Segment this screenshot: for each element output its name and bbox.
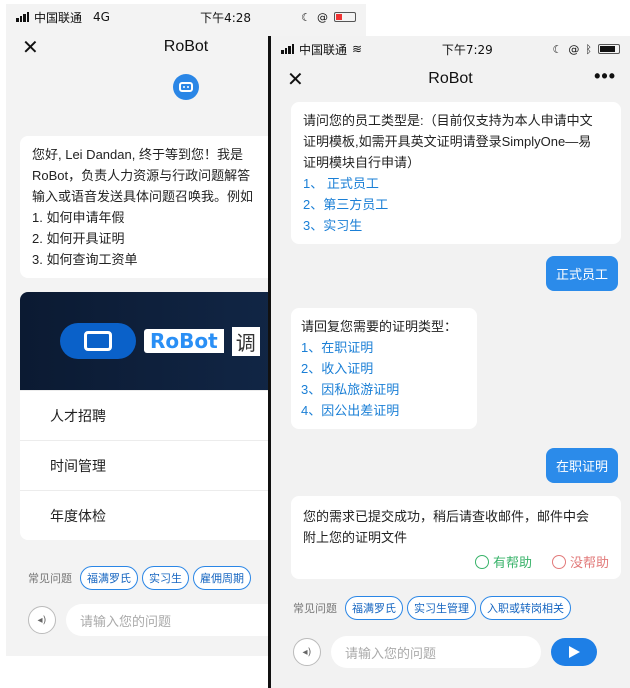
- page-title: RoBot: [428, 70, 473, 87]
- option-link[interactable]: 3、实习生: [303, 215, 609, 236]
- banner-extra-text: 调: [231, 326, 260, 356]
- option-link[interactable]: 2、第三方员工: [303, 194, 609, 215]
- voice-input-button[interactable]: ◂): [28, 606, 56, 634]
- bot-message-certificate-type: 请回复您需要的证明类型： 1、在职证明 2、收入证明 3、因私旅游证明 4、因公…: [291, 308, 477, 429]
- option-link[interactable]: 1、 正式员工: [303, 173, 609, 194]
- nav-bar: ✕ RoBot •••: [271, 62, 630, 96]
- moon-icon: ☾: [301, 10, 311, 24]
- lock-rotation-icon: @: [317, 10, 328, 24]
- faq-chip[interactable]: 实习生管理: [407, 596, 476, 620]
- clock: 下午4:28: [200, 10, 252, 25]
- bot-message-employee-type: 请问您的员工类型是:（目前仅支持为本人申请中文 证明模板,如需开具英文证明请登录…: [291, 102, 621, 244]
- more-icon[interactable]: •••: [594, 66, 616, 87]
- user-message: 在职证明: [545, 448, 618, 483]
- option-link[interactable]: 1、在职证明: [301, 337, 467, 358]
- faq-chip[interactable]: 实习生: [142, 566, 189, 590]
- message-line: 证明模块自行申请）: [303, 155, 421, 170]
- option-link[interactable]: 3、因私旅游证明: [301, 379, 467, 400]
- faq-label: 常见问题: [28, 572, 72, 585]
- bot-message-submitted: 您的需求已提交成功，稍后请查收邮件，邮件中会 附上您的证明文件 有帮助 没帮助: [291, 496, 621, 579]
- bluetooth-icon: ᛒ: [585, 42, 592, 56]
- voice-input-button[interactable]: ◂): [293, 638, 321, 666]
- bot-avatar-icon: [173, 74, 199, 100]
- signal-icon: [281, 44, 294, 54]
- message-line: 请回复您需要的证明类型：: [301, 319, 458, 334]
- page-title: RoBot: [163, 38, 209, 55]
- user-message: 正式员工: [545, 256, 618, 291]
- clock: 下午7:29: [441, 42, 493, 57]
- frown-icon: [551, 555, 566, 569]
- network-label: 4G: [93, 10, 110, 24]
- faq-chip[interactable]: 福满罗氏: [345, 596, 403, 620]
- status-bar: 中国联通 4G 下午4:28 ☾ @: [6, 4, 366, 30]
- message-line: 您的需求已提交成功，稍后请查收邮件，邮件中会: [303, 509, 590, 524]
- faq-bar: 常见问题 福满罗氏 实习生 雇佣周期: [28, 566, 251, 590]
- battery-icon: [334, 12, 356, 22]
- faq-bar: 常见问题 福满罗氏 实习生管理 入职或转岗相关: [293, 596, 571, 620]
- carrier-label: 中国联通: [299, 42, 348, 57]
- helpful-button[interactable]: 有帮助: [474, 552, 532, 573]
- carrier-label: 中国联通: [34, 10, 83, 25]
- moon-icon: ☾: [552, 42, 563, 56]
- question-input[interactable]: 请输入您的问题: [66, 604, 286, 636]
- faq-chip[interactable]: 入职或转岗相关: [480, 596, 571, 620]
- faq-label: 常见问题: [293, 602, 337, 615]
- message-line: 附上您的证明文件: [303, 530, 408, 545]
- lock-rotation-icon: @: [568, 42, 580, 56]
- close-icon[interactable]: ✕: [22, 35, 39, 60]
- input-row: ◂) 请输入您的问题: [293, 636, 597, 668]
- close-icon[interactable]: ✕: [287, 67, 304, 92]
- faq-chip[interactable]: 雇佣周期: [193, 566, 251, 590]
- message-line: 证明模板,如需开具英文证明请登录SimplyOne—易: [303, 134, 592, 149]
- option-link[interactable]: 4、因公出差证明: [301, 400, 467, 421]
- input-row: ◂) 请输入您的问题: [28, 604, 286, 636]
- not-helpful-label: 没帮助: [569, 555, 609, 570]
- question-input[interactable]: 请输入您的问题: [331, 636, 541, 668]
- smile-icon: [474, 555, 489, 569]
- send-button[interactable]: [551, 638, 597, 666]
- send-icon: [568, 646, 580, 658]
- battery-icon: [597, 44, 620, 54]
- option-link[interactable]: 2、收入证明: [301, 358, 467, 379]
- tv-logo-icon: [60, 323, 136, 359]
- status-bar: 中国联通 ≋ 下午7:29 ☾ @ ᛒ: [271, 36, 630, 62]
- not-helpful-button[interactable]: 没帮助: [551, 552, 609, 573]
- signal-icon: [16, 12, 29, 22]
- helpful-label: 有帮助: [492, 555, 532, 570]
- wifi-icon: ≋: [352, 42, 363, 56]
- phone-screen-right: 中国联通 ≋ 下午7:29 ☾ @ ᛒ ✕ RoBot ••• 请问您的员工类型…: [268, 36, 630, 688]
- faq-chip[interactable]: 福满罗氏: [80, 566, 138, 590]
- message-line: 请问您的员工类型是:（目前仅支持为本人申请中文: [303, 113, 593, 128]
- feedback-row: 有帮助 没帮助: [303, 552, 609, 573]
- banner-logo-text: RoBot: [144, 329, 224, 353]
